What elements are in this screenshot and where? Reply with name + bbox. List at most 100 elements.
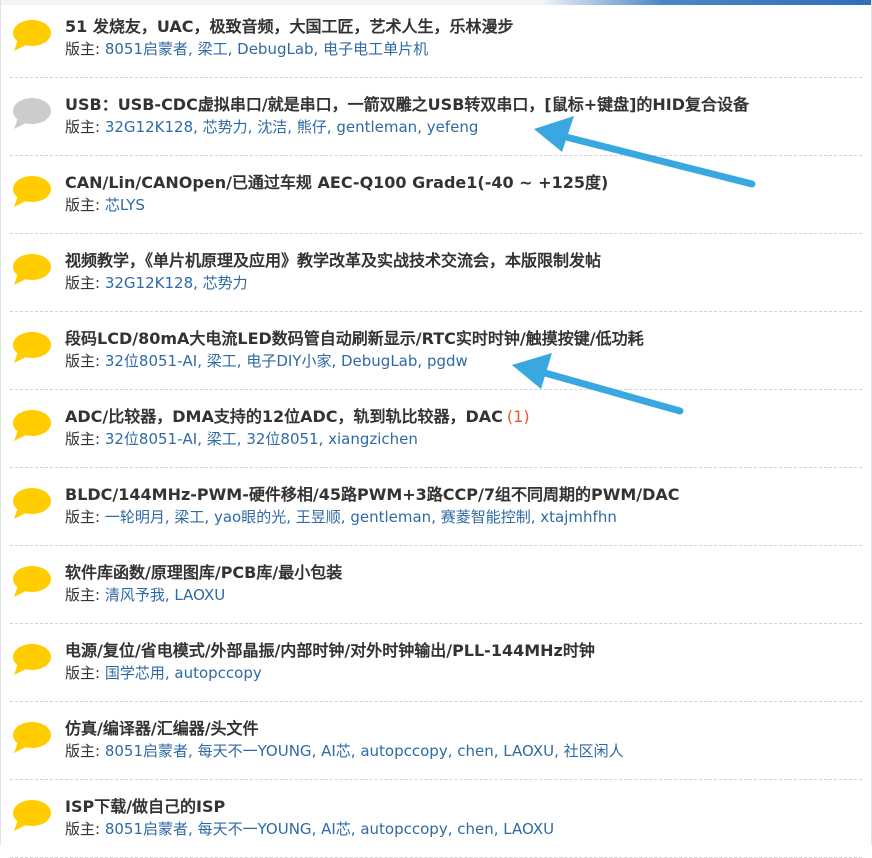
moderator-link[interactable]: LAOXU	[174, 586, 225, 604]
moderator-link[interactable]: AI芯	[321, 820, 351, 838]
moderator-link[interactable]: 沈洁	[257, 118, 287, 136]
speech-bubble-icon[interactable]	[12, 96, 52, 130]
speech-bubble-icon[interactable]	[12, 642, 52, 676]
moderator-label: 版主:	[65, 742, 101, 760]
moderator-list: 版主: 国学芯用, autopccopy	[65, 662, 262, 683]
forum-title-text: CAN/Lin/CANOpen/已通过车规 AEC-Q100 Grade1(-4…	[65, 173, 609, 192]
moderator-link[interactable]: 芯LYS	[105, 196, 145, 214]
moderator-link[interactable]: 8051启蒙者	[105, 742, 188, 760]
moderator-separator: ,	[417, 352, 427, 370]
moderator-link[interactable]: xiangzichen	[328, 430, 418, 448]
moderator-link[interactable]: 8051启蒙者	[105, 40, 188, 58]
moderator-link[interactable]: 32位8051-AI	[105, 352, 197, 370]
forum-row: 电源/复位/省电模式/外部晶振/内部时钟/对外时钟输出/PLL-144MHz时钟…	[0, 624, 872, 702]
forum-title-link[interactable]: BLDC/144MHz-PWM-硬件移相/45路PWM+3路CCP/7组不同周期…	[65, 481, 680, 505]
moderator-separator: ,	[193, 118, 203, 136]
forum-title-text: USB：USB-CDC虚拟串口/就是串口，一箭双雕之USB转双串口，[鼠标+键盘…	[65, 95, 750, 114]
moderator-link[interactable]: 电子DIY小家	[246, 352, 331, 370]
moderator-link[interactable]: 王昱顺	[296, 508, 341, 526]
forum-title-link[interactable]: ADC/比较器，DMA支持的12位ADC，轨到轨比较器，DAC (1)	[65, 403, 530, 427]
moderator-link[interactable]: 32位8051	[246, 430, 318, 448]
moderator-separator: ,	[164, 664, 175, 682]
speech-bubble-icon[interactable]	[12, 252, 52, 286]
moderator-separator: ,	[554, 742, 564, 760]
moderator-link[interactable]: 8051启蒙者	[105, 820, 188, 838]
moderator-separator: ,	[236, 430, 247, 448]
speech-bubble-icon[interactable]	[12, 18, 52, 52]
moderator-link[interactable]: 每天不一YOUNG	[198, 742, 312, 760]
forum-title-link[interactable]: USB：USB-CDC虚拟串口/就是串口，一箭双雕之USB转双串口，[鼠标+键盘…	[65, 91, 749, 115]
moderator-link[interactable]: 32G12K128	[105, 118, 193, 136]
moderator-separator: ,	[287, 118, 297, 136]
forum-title-link[interactable]: 软件库函数/原理图库/PCB库/最小包装	[65, 559, 342, 583]
moderator-link[interactable]: gentleman	[336, 118, 417, 136]
moderator-link[interactable]: 芯势力	[203, 274, 248, 292]
moderator-link[interactable]: 社区闲人	[564, 742, 624, 760]
moderator-link[interactable]: pgdw	[427, 352, 468, 370]
moderator-link[interactable]: 清风予我	[105, 586, 165, 604]
forum-title-link[interactable]: 视频教学，《单片机原理及应用》教学改革及实战技术交流会，本版限制发帖	[65, 247, 601, 271]
moderator-separator: ,	[447, 742, 458, 760]
speech-bubble-icon[interactable]	[12, 486, 52, 520]
moderator-link[interactable]: 芯势力	[203, 118, 248, 136]
moderator-separator: ,	[417, 118, 427, 136]
speech-bubble-icon[interactable]	[12, 564, 52, 598]
moderator-link[interactable]: 熊仔	[297, 118, 327, 136]
speech-bubble-icon[interactable]	[12, 408, 52, 442]
moderator-link[interactable]: 一轮明月	[105, 508, 165, 526]
speech-bubble-icon[interactable]	[12, 174, 52, 208]
moderator-separator: ,	[493, 820, 504, 838]
moderator-link[interactable]: LAOXU	[503, 742, 554, 760]
moderator-link[interactable]: yefeng	[427, 118, 479, 136]
moderator-link[interactable]: 32位8051-AI	[105, 430, 197, 448]
moderator-link[interactable]: DebugLab	[237, 40, 313, 58]
moderator-separator: ,	[311, 820, 322, 838]
forum-title-link[interactable]: CAN/Lin/CANOpen/已通过车规 AEC-Q100 Grade1(-4…	[65, 169, 608, 193]
moderator-link[interactable]: LAOXU	[503, 820, 554, 838]
speech-bubble-icon[interactable]	[12, 798, 52, 832]
forum-title-link[interactable]: 51 发烧友，UAC，极致音频，大国工匠，艺术人生，乐林漫步	[65, 13, 513, 37]
moderator-separator: ,	[326, 118, 337, 136]
forum-title-text: 51 发烧友，UAC，极致音频，大国工匠，艺术人生，乐林漫步	[65, 17, 514, 36]
moderator-link[interactable]: 梁工	[198, 40, 228, 58]
moderator-link[interactable]: 梁工	[207, 430, 237, 448]
moderator-link[interactable]: 国学芯用	[105, 664, 165, 682]
forum-title-link[interactable]: 段码LCD/80mA大电流LED数码管自动刷新显示/RTC实时时钟/触摸按键/低…	[65, 325, 644, 349]
moderator-link[interactable]: autopccopy	[174, 664, 261, 682]
moderator-link[interactable]: DebugLab	[341, 352, 417, 370]
moderator-separator: ,	[227, 40, 238, 58]
moderator-link[interactable]: 赛菱智能控制	[441, 508, 531, 526]
moderator-link[interactable]: gentleman	[350, 508, 431, 526]
moderator-label: 版主:	[65, 586, 101, 604]
forum-row: 软件库函数/原理图库/PCB库/最小包装 版主: 清风予我, LAOXU	[0, 546, 872, 624]
moderator-link[interactable]: yao眼的光	[214, 508, 286, 526]
moderator-link[interactable]: 梁工	[207, 352, 237, 370]
forum-row: 51 发烧友，UAC，极致音频，大国工匠，艺术人生，乐林漫步 版主: 8051启蒙…	[0, 0, 872, 78]
moderator-link[interactable]: 梁工	[174, 508, 204, 526]
moderator-link[interactable]: AI芯	[321, 742, 351, 760]
moderator-separator: ,	[247, 118, 258, 136]
moderator-separator: ,	[313, 40, 324, 58]
moderator-link[interactable]: 电子电工单片机	[323, 40, 428, 58]
moderator-link[interactable]: chen	[457, 742, 494, 760]
moderator-separator: ,	[493, 742, 504, 760]
moderator-link[interactable]: xtajmhfhn	[540, 508, 617, 526]
forum-title-link[interactable]: 仿真/编译器/汇编器/头文件	[65, 715, 259, 739]
moderator-link[interactable]: autopccopy	[360, 742, 447, 760]
moderator-separator: ,	[318, 430, 329, 448]
moderator-link[interactable]: autopccopy	[360, 820, 447, 838]
moderator-link[interactable]: chen	[457, 820, 494, 838]
speech-bubble-icon[interactable]	[12, 330, 52, 364]
moderator-list: 版主: 8051启蒙者, 每天不一YOUNG, AI芯, autopccopy,…	[65, 818, 554, 839]
forum-row: 段码LCD/80mA大电流LED数码管自动刷新显示/RTC实时时钟/触摸按键/低…	[0, 312, 872, 390]
speech-bubble-icon[interactable]	[12, 720, 52, 754]
new-post-count: (1)	[506, 407, 530, 426]
moderator-separator: ,	[197, 352, 207, 370]
forum-title-text: 视频教学，《单片机原理及应用》教学改革及实战技术交流会，本版限制发帖	[65, 251, 602, 270]
forum-title-link[interactable]: ISP下载/做自己的ISP	[65, 793, 225, 817]
moderator-link[interactable]: 32G12K128	[105, 274, 193, 292]
forum-title-text: 段码LCD/80mA大电流LED数码管自动刷新显示/RTC实时时钟/触摸按键/低…	[65, 329, 644, 348]
moderator-list: 版主: 8051启蒙者, 梁工, DebugLab, 电子电工单片机	[65, 38, 428, 59]
moderator-link[interactable]: 每天不一YOUNG	[198, 820, 312, 838]
forum-title-link[interactable]: 电源/复位/省电模式/外部晶振/内部时钟/对外时钟输出/PLL-144MHz时钟	[65, 637, 595, 661]
